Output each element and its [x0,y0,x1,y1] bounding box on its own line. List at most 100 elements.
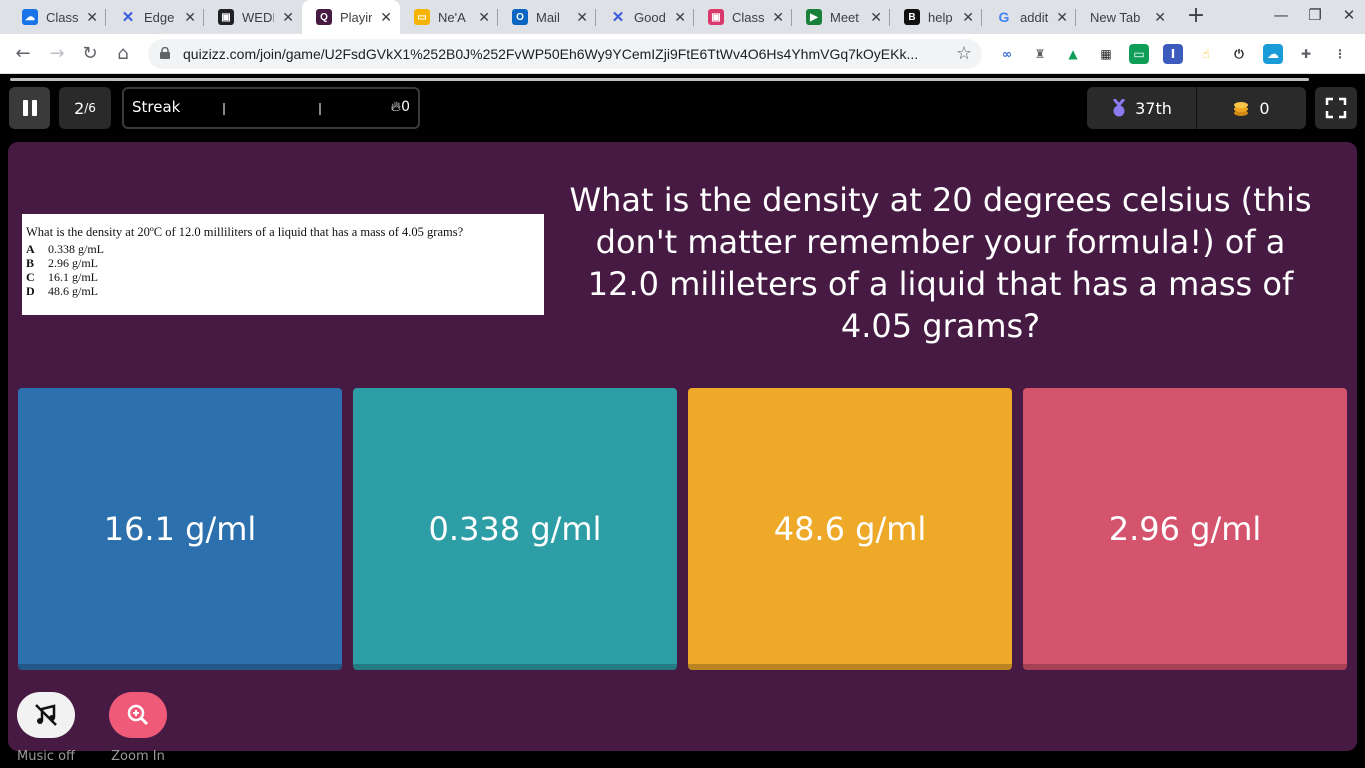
lock-icon [160,47,170,59]
zoom-in-button[interactable]: Zoom In [108,692,168,764]
coins-display: 0 [1197,87,1306,129]
flame-icon: 🔥︎ [390,99,402,115]
extension-green-icon[interactable]: ▭ [1129,44,1149,64]
new-tab-button[interactable]: + [1183,5,1209,29]
streak-tick [223,103,225,115]
tab-close-icon[interactable]: ✕ [282,9,294,25]
tab-label: Class [46,9,78,25]
coins-icon [1234,102,1249,116]
tab-close-icon[interactable]: ✕ [674,9,686,25]
tab-close-icon[interactable]: ✕ [478,9,490,25]
address-bar[interactable]: quizizz.com/join/game/U2FsdGVkX1%252B0J%… [148,39,982,69]
extensions-puzzle-icon[interactable]: ✚ [1296,44,1316,64]
answer-label: 16.1 g/ml [103,510,257,548]
tab-meet[interactable]: ▶ Meet ✕ [792,0,890,34]
question-total: /6 [84,101,96,115]
tab-close-icon[interactable]: ✕ [1154,9,1166,25]
answer-shadow [18,664,342,670]
reload-icon[interactable]: ↻ [77,42,103,66]
edgenuity-favicon-icon: ✕ [611,9,625,26]
browser-tab-strip: ☁ Class ✕ ✕ Edge ✕ ▣ WEDI ✕ Q Playin ✕ ▭… [0,0,1365,34]
image-option-letter: A [26,242,35,256]
image-option-text: 16.1 g/mL [48,270,98,284]
rank-display: 37th [1087,87,1196,129]
slides-favicon-icon: ▭ [414,9,430,25]
pause-bar-icon [31,100,37,116]
medal-icon [1112,99,1126,117]
answer-option-1[interactable]: 16.1 g/ml [18,388,342,670]
tab-label: help [928,9,953,25]
extension-trophy-icon[interactable]: ♜ [1030,44,1050,64]
drive-icon[interactable]: ▲ [1063,44,1083,64]
rank-coins-box: 37th 0 [1087,87,1306,129]
streak-count: 🔥︎0 [391,99,410,115]
tab-label: addit [1020,9,1049,25]
tab-label: WEDI [242,9,274,25]
quiz-page: 2/6 Streak 🔥︎0 37th 0 What is the densit… [0,75,1365,768]
tab-close-icon[interactable]: ✕ [962,9,974,25]
tab-close-icon[interactable]: ✕ [1056,9,1068,25]
back-icon[interactable]: ← [10,42,36,66]
question-panel: What is the density at 20ºC of 12.0 mill… [8,142,1357,751]
music-off-button[interactable]: Music off [16,692,76,764]
question-counter: 2/6 [59,87,111,129]
extension-hand-icon[interactable]: ☝ [1196,44,1216,64]
bookmark-star-icon[interactable]: ☆ [956,43,972,64]
extension-blue-icon[interactable]: I [1163,44,1183,64]
qr-code-icon[interactable]: ▦ [1096,44,1116,64]
tab-edgenuity[interactable]: ✕ Edge ✕ [106,0,204,34]
tab-playing-quizizz[interactable]: Q Playin ✕ [302,0,400,34]
pause-button[interactable] [9,87,50,129]
google-favicon-icon: G [998,9,1010,25]
classroom-favicon-icon: ☁ [22,9,38,25]
tab-wedi[interactable]: ▣ WEDI ✕ [204,0,302,34]
answer-option-3[interactable]: 48.6 g/ml [688,388,1012,670]
tab-edgenuity-2[interactable]: ✕ Good ✕ [596,0,694,34]
image-option-text: 0.338 g/mL [48,242,104,256]
home-icon[interactable]: ⌂ [110,42,136,66]
streak-count-value: 0 [401,99,410,115]
quizizz-favicon-icon: Q [316,9,332,25]
tab-slides[interactable]: ▭ Ne'A ✕ [400,0,498,34]
tab-brainly[interactable]: B help ✕ [890,0,982,34]
url-text: quizizz.com/join/game/U2FsdGVkX1%252B0J%… [183,46,919,62]
tab-google-search[interactable]: G addit ✕ [982,0,1076,34]
progress-line [10,78,1309,81]
extension-glasses-icon[interactable]: ∞ [997,44,1017,64]
close-window-icon[interactable]: ✕ [1334,6,1364,24]
edgenuity-favicon-icon: ✕ [121,9,135,26]
streak-tick [319,103,321,115]
streak-bar: Streak 🔥︎0 [122,87,420,129]
tab-new-tab[interactable]: New Tab ✕ [1076,0,1174,34]
tab-classroom-1[interactable]: ☁ Class ✕ [8,0,106,34]
tab-close-icon[interactable]: ✕ [184,9,196,25]
minimize-icon[interactable]: — [1266,6,1296,24]
image-option: B 2.96 g/mL [26,256,540,270]
answer-option-2[interactable]: 0.338 g/ml [353,388,677,670]
chrome-menu-icon[interactable]: ⋮ [1330,44,1350,64]
tab-close-icon[interactable]: ✕ [380,9,392,25]
forward-icon[interactable]: → [44,42,70,66]
fullscreen-icon [1325,97,1347,119]
image-option: A 0.338 g/mL [26,242,540,256]
tab-close-icon[interactable]: ✕ [86,9,98,25]
tab-classroom-2[interactable]: ▣ Class ✕ [694,0,792,34]
meet-favicon-icon: ▶ [806,9,822,25]
fullscreen-button[interactable] [1315,87,1357,129]
streak-label: Streak [132,98,181,116]
power-icon[interactable]: ⏻ [1229,44,1249,64]
question-image[interactable]: What is the density at 20ºC of 12.0 mill… [22,214,544,315]
answer-shadow [688,664,1012,670]
tab-label: Meet [830,9,859,25]
tab-close-icon[interactable]: ✕ [772,9,784,25]
pause-bar-icon [22,100,28,116]
coins-value: 0 [1259,98,1270,118]
tab-label: New Tab [1090,9,1141,25]
tab-close-icon[interactable]: ✕ [576,9,588,25]
tab-close-icon[interactable]: ✕ [870,9,882,25]
tab-mail[interactable]: O Mail ✕ [498,0,596,34]
restore-icon[interactable]: ❐ [1300,6,1330,24]
extension-cloud-icon[interactable]: ☁ [1263,44,1283,64]
image-option-text: 48.6 g/mL [48,284,98,298]
answer-option-4[interactable]: 2.96 g/ml [1023,388,1347,670]
